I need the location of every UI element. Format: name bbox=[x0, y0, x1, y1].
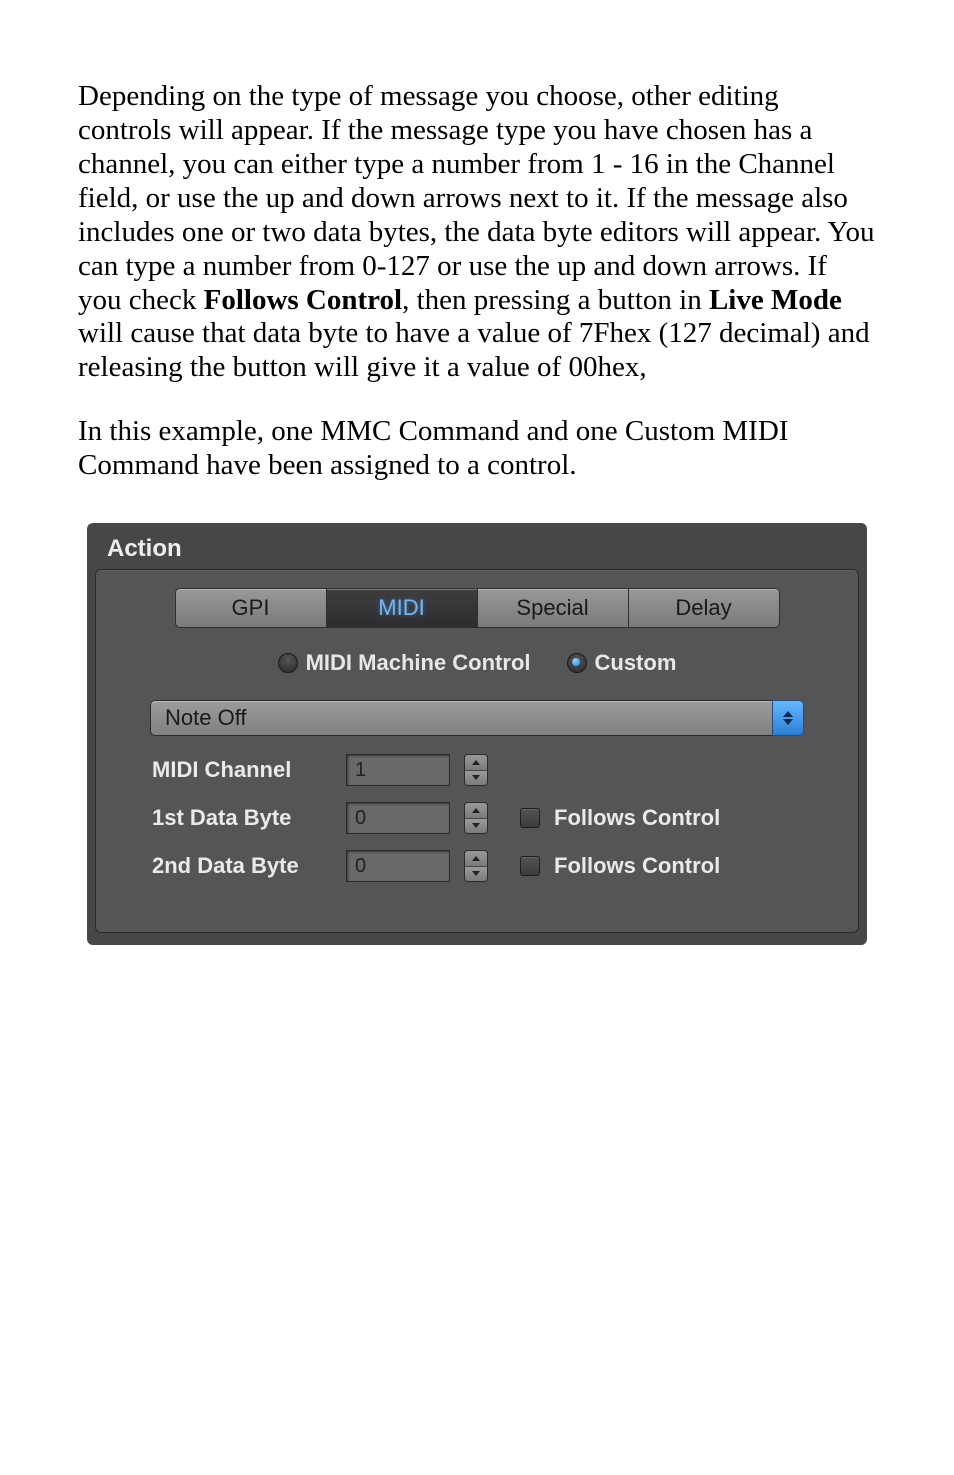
form-rows: MIDI Channel 1 1st Data Byte 0 bbox=[152, 754, 832, 882]
data1-label: 1st Data Byte bbox=[152, 805, 332, 831]
data2-follows-label: Follows Control bbox=[554, 853, 720, 879]
midi-channel-step-up[interactable] bbox=[465, 755, 487, 771]
chevron-down-icon bbox=[472, 823, 480, 828]
row-midi-channel: MIDI Channel 1 bbox=[152, 754, 832, 786]
radio-mmc-label: MIDI Machine Control bbox=[306, 650, 531, 676]
screenshot-container: Action GPI MIDI Special Delay MIDI Machi… bbox=[78, 523, 876, 945]
data1-follows-label: Follows Control bbox=[554, 805, 720, 831]
tab-gpi[interactable]: GPI bbox=[175, 588, 327, 628]
action-panel: Action GPI MIDI Special Delay MIDI Machi… bbox=[87, 523, 867, 945]
tab-midi[interactable]: MIDI bbox=[326, 588, 478, 628]
midi-channel-input[interactable]: 1 bbox=[346, 754, 450, 786]
data1-step-down[interactable] bbox=[465, 819, 487, 834]
panel-title: Action bbox=[95, 531, 859, 569]
data2-input[interactable]: 0 bbox=[346, 850, 450, 882]
paragraph-1-text-c: , then pressing a button in bbox=[402, 284, 709, 316]
paragraph-1-bold-follows-control: Follows Control bbox=[204, 284, 402, 316]
radio-custom-indicator bbox=[567, 653, 587, 673]
midi-channel-step-down[interactable] bbox=[465, 771, 487, 786]
data1-stepper[interactable] bbox=[464, 802, 488, 834]
tab-bar: GPI MIDI Special Delay bbox=[122, 588, 832, 628]
panel-inner: GPI MIDI Special Delay MIDI Machine Cont… bbox=[95, 569, 859, 933]
paragraph-1-text-d: will cause that data byte to have a valu… bbox=[78, 317, 870, 383]
chevron-down-icon bbox=[472, 775, 480, 780]
data2-label: 2nd Data Byte bbox=[152, 853, 332, 879]
chevron-up-icon bbox=[472, 808, 480, 813]
radio-custom[interactable]: Custom bbox=[567, 650, 677, 676]
document-page: Depending on the type of message you cho… bbox=[0, 0, 954, 945]
data2-stepper[interactable] bbox=[464, 850, 488, 882]
paragraph-1: Depending on the type of message you cho… bbox=[78, 80, 876, 385]
paragraph-1-text-a: Depending on the type of message you cho… bbox=[78, 80, 875, 316]
data2-step-up[interactable] bbox=[465, 851, 487, 867]
data1-follows-checkbox[interactable] bbox=[520, 808, 540, 828]
tab-delay[interactable]: Delay bbox=[628, 588, 780, 628]
dropdown-value: Note Off bbox=[150, 700, 772, 736]
data1-input[interactable]: 0 bbox=[346, 802, 450, 834]
row-data-byte-1: 1st Data Byte 0 Follows Control bbox=[152, 802, 832, 834]
paragraph-1-bold-live-mode: Live Mode bbox=[709, 284, 842, 316]
radio-mmc[interactable]: MIDI Machine Control bbox=[278, 650, 531, 676]
chevron-down-icon bbox=[472, 871, 480, 876]
row-data-byte-2: 2nd Data Byte 0 Follows Control bbox=[152, 850, 832, 882]
radio-mmc-indicator bbox=[278, 653, 298, 673]
chevron-up-icon bbox=[472, 856, 480, 861]
midi-channel-label: MIDI Channel bbox=[152, 757, 332, 783]
dropdown-arrows-icon bbox=[772, 700, 804, 736]
data1-step-up[interactable] bbox=[465, 803, 487, 819]
radio-custom-label: Custom bbox=[595, 650, 677, 676]
tab-special[interactable]: Special bbox=[477, 588, 629, 628]
midi-channel-stepper[interactable] bbox=[464, 754, 488, 786]
data2-step-down[interactable] bbox=[465, 867, 487, 882]
radio-group: MIDI Machine Control Custom bbox=[122, 650, 832, 676]
chevron-up-icon bbox=[472, 760, 480, 765]
paragraph-2: In this example, one MMC Command and one… bbox=[78, 415, 876, 483]
data2-follows-checkbox[interactable] bbox=[520, 856, 540, 876]
message-type-dropdown[interactable]: Note Off bbox=[150, 700, 804, 736]
